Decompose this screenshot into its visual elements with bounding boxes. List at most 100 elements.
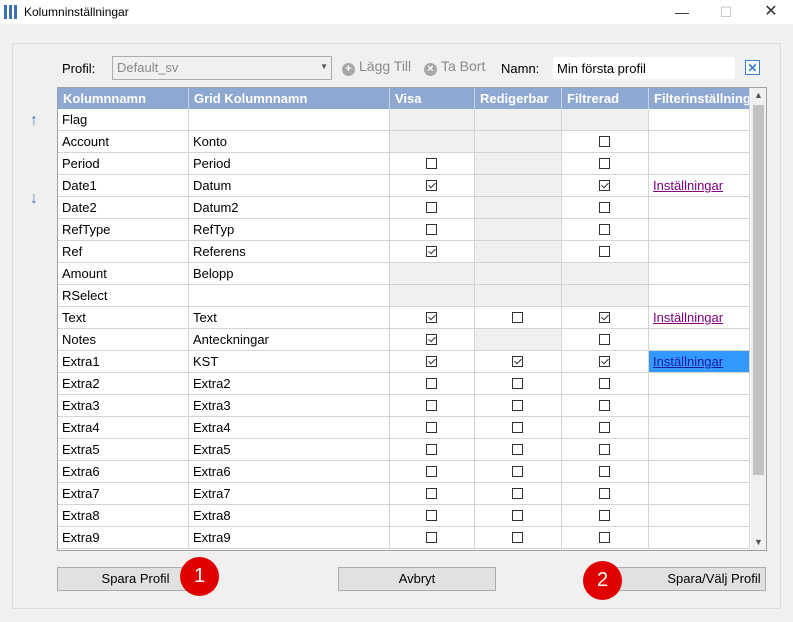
- table-row[interactable]: Extra2 Extra2: [58, 373, 750, 395]
- table-row[interactable]: Extra5 Extra5: [58, 439, 750, 461]
- filtrerad-cell[interactable]: [562, 439, 649, 461]
- visa-checkbox[interactable]: [426, 224, 437, 235]
- cancel-button[interactable]: Avbryt: [338, 567, 496, 591]
- table-row[interactable]: Ref Referens: [58, 241, 750, 263]
- column-header[interactable]: Filterinställningar: [649, 88, 750, 109]
- table-row[interactable]: Extra3 Extra3: [58, 395, 750, 417]
- filter-settings-cell[interactable]: Inställningar: [649, 351, 750, 373]
- redigerbar-cell[interactable]: [475, 461, 562, 483]
- filtrerad-checkbox[interactable]: [599, 202, 610, 213]
- redigerbar-cell[interactable]: [475, 373, 562, 395]
- visa-cell[interactable]: [390, 175, 475, 197]
- filter-settings-link[interactable]: Inställningar: [653, 178, 723, 193]
- filtrerad-cell[interactable]: [562, 131, 649, 153]
- redigerbar-cell[interactable]: [475, 439, 562, 461]
- filtrerad-cell[interactable]: [562, 197, 649, 219]
- visa-cell[interactable]: [390, 417, 475, 439]
- column-header[interactable]: Visa: [390, 88, 475, 109]
- filtrerad-checkbox[interactable]: [599, 136, 610, 147]
- filtrerad-cell[interactable]: [562, 329, 649, 351]
- table-row[interactable]: Extra8 Extra8: [58, 505, 750, 527]
- visa-checkbox[interactable]: [426, 444, 437, 455]
- table-row[interactable]: Text Text Inställningar: [58, 307, 750, 329]
- visa-cell[interactable]: [390, 197, 475, 219]
- filtrerad-cell[interactable]: [562, 395, 649, 417]
- filtrerad-checkbox[interactable]: [599, 488, 610, 499]
- redigerbar-checkbox[interactable]: [512, 532, 523, 543]
- profile-dropdown[interactable]: Default_sv ▼: [112, 56, 332, 80]
- filtrerad-checkbox[interactable]: [599, 444, 610, 455]
- filtrerad-cell[interactable]: [562, 153, 649, 175]
- table-row[interactable]: Extra7 Extra7: [58, 483, 750, 505]
- filtrerad-cell[interactable]: [562, 461, 649, 483]
- grid-column-name-cell[interactable]: Anteckningar: [189, 329, 390, 351]
- grid-column-name-cell[interactable]: Konto: [189, 131, 390, 153]
- redigerbar-cell[interactable]: [475, 417, 562, 439]
- visa-checkbox[interactable]: [426, 378, 437, 389]
- visa-checkbox[interactable]: [426, 356, 437, 367]
- grid-column-name-cell[interactable]: Extra2: [189, 373, 390, 395]
- column-header[interactable]: Grid Kolumnnamn: [189, 88, 390, 109]
- table-row[interactable]: Flag: [58, 109, 750, 131]
- grid-column-name-cell[interactable]: RefTyp: [189, 219, 390, 241]
- visa-checkbox[interactable]: [426, 180, 437, 191]
- visa-cell[interactable]: [390, 153, 475, 175]
- minimize-button[interactable]: —: [659, 0, 705, 24]
- move-up-arrow-icon[interactable]: ↑: [30, 112, 38, 130]
- grid-column-name-cell[interactable]: Extra8: [189, 505, 390, 527]
- filtrerad-cell[interactable]: [562, 505, 649, 527]
- filtrerad-checkbox[interactable]: [599, 158, 610, 169]
- visa-cell[interactable]: [390, 373, 475, 395]
- profile-name-input[interactable]: [553, 57, 735, 79]
- add-profile-button[interactable]: + Lägg Till: [342, 58, 411, 78]
- filtrerad-cell[interactable]: [562, 307, 649, 329]
- redigerbar-checkbox[interactable]: [512, 356, 523, 367]
- vertical-scrollbar[interactable]: ▲ ▼: [751, 88, 766, 550]
- visa-checkbox[interactable]: [426, 510, 437, 521]
- filtrerad-checkbox[interactable]: [599, 356, 610, 367]
- visa-checkbox[interactable]: [426, 488, 437, 499]
- column-header[interactable]: Redigerbar: [475, 88, 562, 109]
- filtrerad-checkbox[interactable]: [599, 510, 610, 521]
- filtrerad-cell[interactable]: [562, 351, 649, 373]
- redigerbar-checkbox[interactable]: [512, 400, 523, 411]
- visa-cell[interactable]: [390, 351, 475, 373]
- remove-profile-button[interactable]: × Ta Bort: [424, 58, 485, 78]
- scrollbar-thumb[interactable]: [753, 105, 764, 475]
- filtrerad-cell[interactable]: [562, 373, 649, 395]
- table-row[interactable]: Extra4 Extra4: [58, 417, 750, 439]
- filtrerad-checkbox[interactable]: [599, 466, 610, 477]
- visa-checkbox[interactable]: [426, 334, 437, 345]
- visa-cell[interactable]: [390, 483, 475, 505]
- filtrerad-checkbox[interactable]: [599, 246, 610, 257]
- table-row[interactable]: Date2 Datum2: [58, 197, 750, 219]
- redigerbar-cell[interactable]: [475, 527, 562, 549]
- redigerbar-checkbox[interactable]: [512, 422, 523, 433]
- grid-column-name-cell[interactable]: Belopp: [189, 263, 390, 285]
- redigerbar-cell[interactable]: [475, 351, 562, 373]
- visa-checkbox[interactable]: [426, 422, 437, 433]
- table-row[interactable]: Extra9 Extra9: [58, 527, 750, 549]
- table-row[interactable]: Period Period: [58, 153, 750, 175]
- visa-cell[interactable]: [390, 241, 475, 263]
- redigerbar-cell[interactable]: [475, 307, 562, 329]
- visa-checkbox[interactable]: [426, 246, 437, 257]
- redigerbar-checkbox[interactable]: [512, 466, 523, 477]
- grid-column-name-cell[interactable]: Extra9: [189, 527, 390, 549]
- table-row[interactable]: RSelect: [58, 285, 750, 307]
- grid-column-name-cell[interactable]: Extra7: [189, 483, 390, 505]
- redigerbar-cell[interactable]: [475, 395, 562, 417]
- filtrerad-checkbox[interactable]: [599, 378, 610, 389]
- table-row[interactable]: Account Konto: [58, 131, 750, 153]
- visa-checkbox[interactable]: [426, 466, 437, 477]
- redigerbar-cell[interactable]: [475, 483, 562, 505]
- visa-checkbox[interactable]: [426, 158, 437, 169]
- grid-column-name-cell[interactable]: Referens: [189, 241, 390, 263]
- filtrerad-cell[interactable]: [562, 219, 649, 241]
- save-select-profile-button[interactable]: Spara/Välj Profil: [608, 567, 766, 591]
- filtrerad-cell[interactable]: [562, 417, 649, 439]
- maximize-button[interactable]: ☐: [703, 0, 749, 24]
- visa-cell[interactable]: [390, 505, 475, 527]
- table-row[interactable]: Notes Anteckningar: [58, 329, 750, 351]
- grid-column-name-cell[interactable]: Text: [189, 307, 390, 329]
